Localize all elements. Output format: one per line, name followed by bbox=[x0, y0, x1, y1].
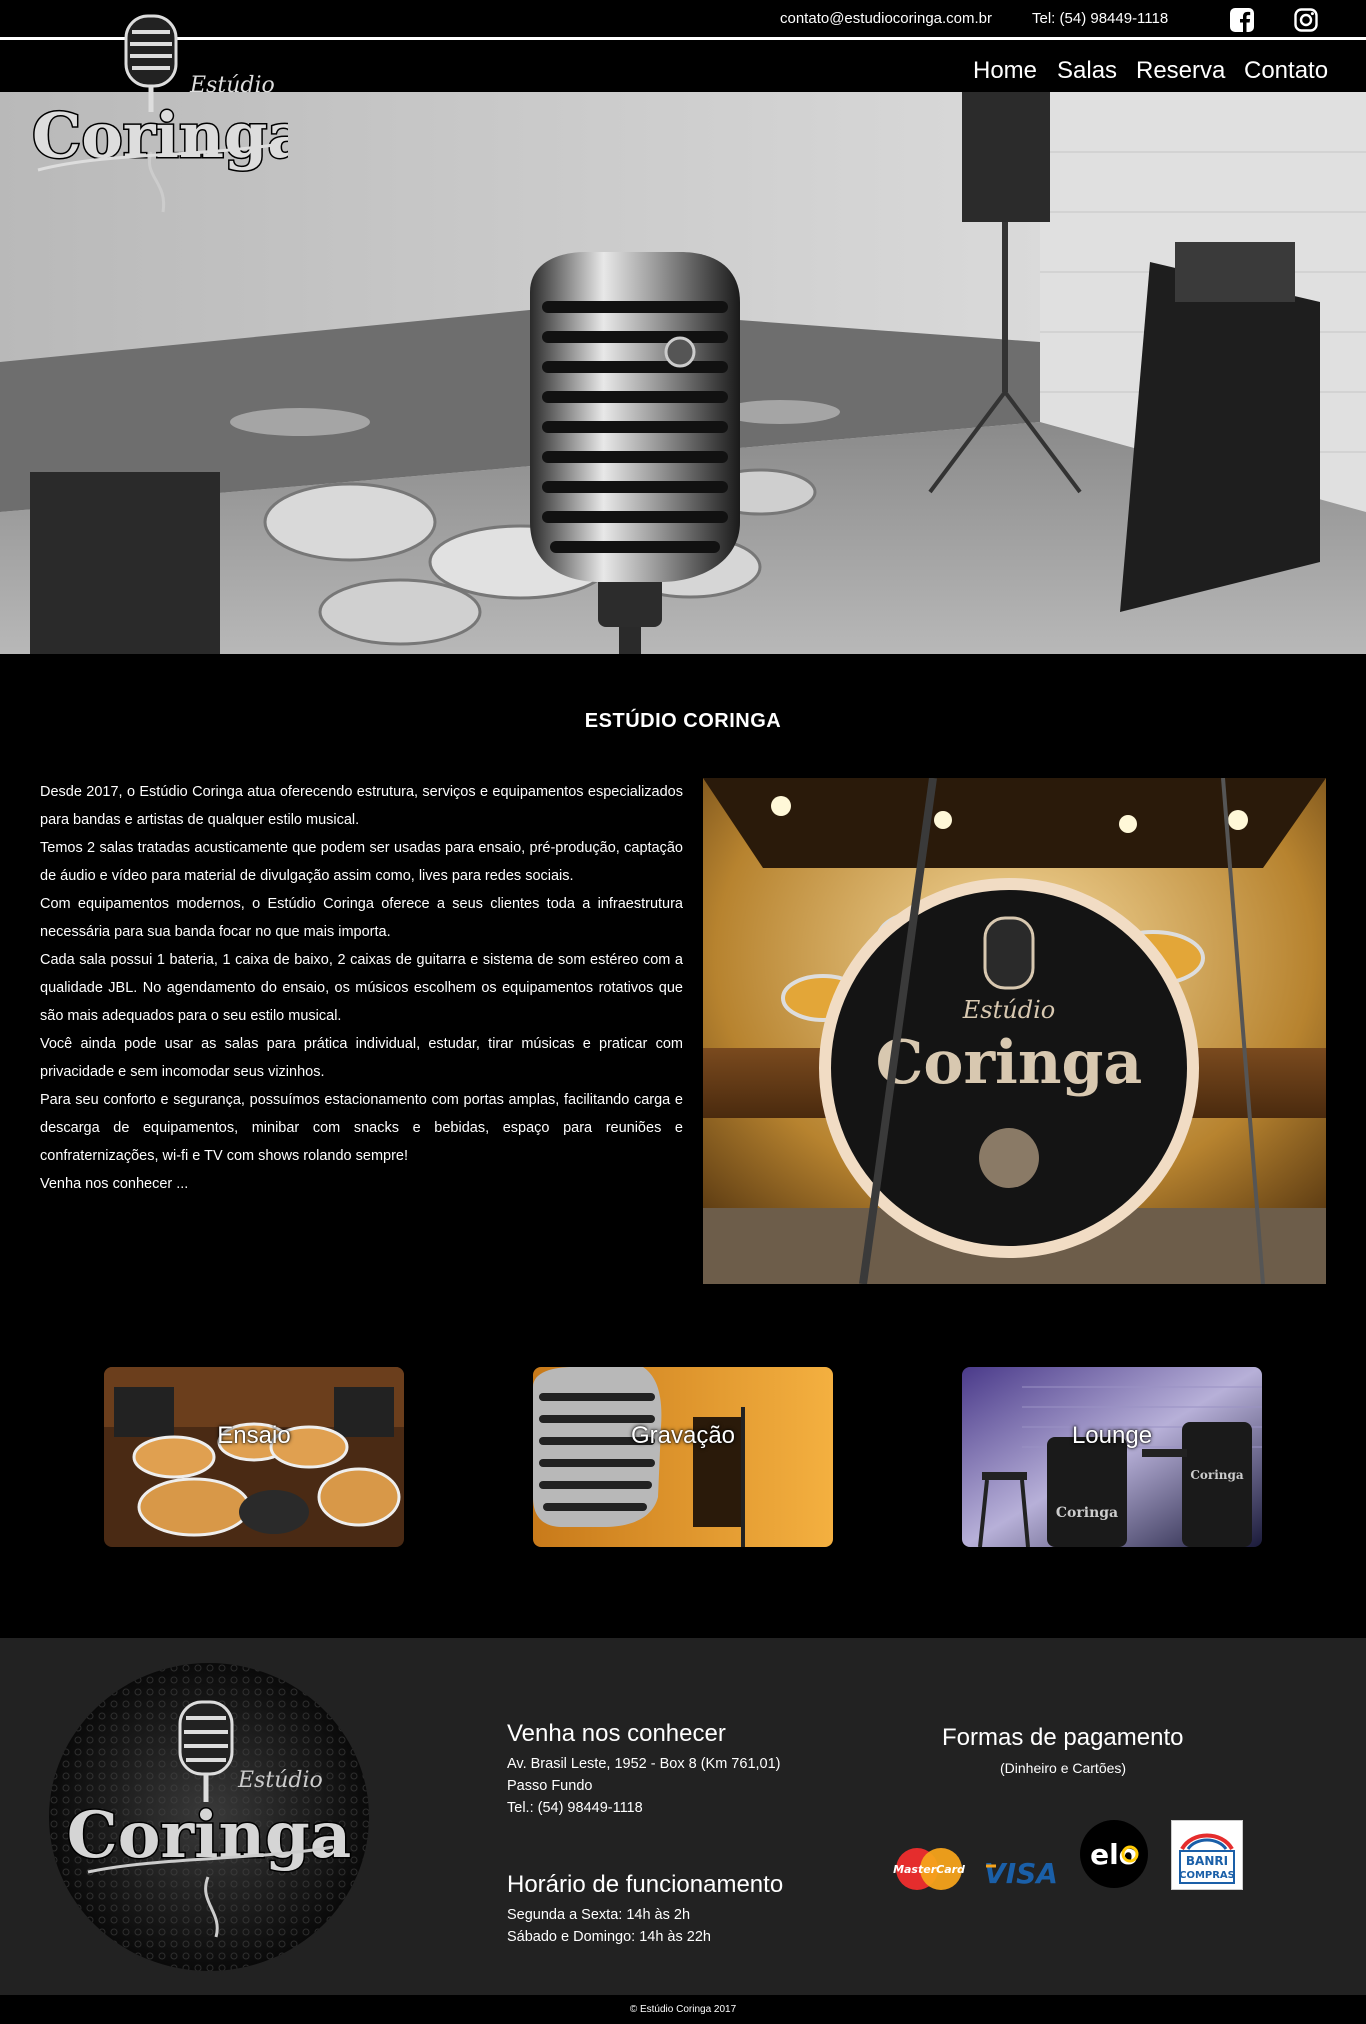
about-title: ESTÚDIO CORINGA bbox=[584, 710, 782, 732]
about-paragraph: Para seu conforto e segurança, possuímos… bbox=[40, 1092, 683, 1164]
svg-text:Coringa: Coringa bbox=[67, 1798, 351, 1873]
address-line: Av. Brasil Leste, 1952 - Box 8 (Km 761,0… bbox=[507, 1756, 781, 1772]
svg-text:COMPRAS: COMPRAS bbox=[1179, 1870, 1235, 1881]
about-paragraph: Com equipamentos modernos, o Estúdio Cor… bbox=[40, 896, 683, 940]
card-lounge-label: Lounge bbox=[1071, 1422, 1153, 1449]
nav-home[interactable]: Home bbox=[973, 57, 1037, 85]
svg-text:Estúdio: Estúdio bbox=[189, 73, 275, 98]
card-lounge-image: Coringa Coringa bbox=[962, 1367, 1262, 1547]
svg-text:Estúdio: Estúdio bbox=[962, 996, 1055, 1024]
card-ensaio[interactable]: Ensaio bbox=[104, 1367, 404, 1547]
visit-title: Venha nos conhecer bbox=[507, 1720, 726, 1747]
about-paragraph: Venha nos conhecer ... bbox=[40, 1176, 189, 1192]
card-gravacao[interactable]: Gravação bbox=[533, 1367, 833, 1547]
svg-text:Coringa: Coringa bbox=[32, 99, 288, 172]
payment-title: Formas de pagamento bbox=[942, 1724, 1184, 1751]
svg-text:BANRI: BANRI bbox=[1186, 1854, 1228, 1868]
svg-text:VISA: VISA bbox=[984, 1857, 1058, 1890]
visa-icon: VISA bbox=[984, 1856, 1058, 1890]
about-paragraph: Cada sala possui 1 bateria, 1 caixa de b… bbox=[40, 952, 683, 1024]
card-ensaio-image bbox=[104, 1367, 404, 1547]
elo-icon: elo bbox=[1078, 1818, 1150, 1890]
facebook-icon[interactable] bbox=[1229, 7, 1255, 33]
svg-text:Coringa: Coringa bbox=[876, 1028, 1143, 1098]
card-lounge[interactable]: Coringa Coringa Lounge bbox=[962, 1367, 1262, 1547]
svg-text:elo: elo bbox=[1090, 1838, 1138, 1871]
svg-text:Coringa: Coringa bbox=[1056, 1505, 1118, 1521]
nav-reserva[interactable]: Reserva bbox=[1136, 57, 1225, 85]
nav-salas[interactable]: Salas bbox=[1057, 57, 1117, 85]
payment-subtitle: (Dinheiro e Cartões) bbox=[1000, 1760, 1127, 1776]
svg-text:Coringa: Coringa bbox=[1190, 1468, 1244, 1482]
hours-title: Horário de funcionamento bbox=[507, 1871, 784, 1898]
footer-logo: Estúdio Coringa bbox=[48, 1662, 370, 1972]
mastercard-icon: MasterCard bbox=[893, 1846, 965, 1892]
banricompras-icon: BANRI COMPRAS bbox=[1171, 1820, 1243, 1890]
card-ensaio-label: Ensaio bbox=[217, 1422, 291, 1449]
hours-weekday: Segunda a Sexta: 14h às 2h bbox=[507, 1907, 691, 1923]
phone-text: Tel: (54) 98449-1118 bbox=[1032, 10, 1169, 27]
coringa-logo[interactable]: Estúdio Coringa bbox=[28, 12, 309, 222]
about-paragraph: Você ainda pode usar as salas para práti… bbox=[40, 1036, 683, 1080]
drum-kit-photo: Estúdio Coringa bbox=[703, 778, 1326, 1284]
address-phone: Tel.: (54) 98449-1118 bbox=[507, 1800, 643, 1816]
svg-text:Estúdio: Estúdio bbox=[237, 1768, 323, 1793]
about-paragraph: Desde 2017, o Estúdio Coringa atua ofere… bbox=[40, 784, 683, 828]
hours-weekend: Sábado e Domingo: 14h às 22h bbox=[507, 1929, 711, 1945]
svg-text:MasterCard: MasterCard bbox=[893, 1863, 965, 1876]
about-paragraph: Temos 2 salas tratadas acusticamente que… bbox=[40, 840, 683, 884]
card-gravacao-label: Gravação bbox=[630, 1422, 736, 1449]
nav-contato[interactable]: Contato bbox=[1244, 57, 1328, 85]
email-link[interactable]: contato@estudiocoringa.com.br bbox=[780, 10, 992, 27]
instagram-icon[interactable] bbox=[1293, 7, 1319, 33]
footer: Estúdio Coringa Venha nos conhecer Av. B… bbox=[0, 1638, 1366, 1995]
about-text: Desde 2017, o Estúdio Coringa atua ofere… bbox=[40, 778, 683, 1198]
address-city: Passo Fundo bbox=[507, 1778, 593, 1794]
card-gravacao-image bbox=[533, 1367, 833, 1547]
copyright: © Estúdio Coringa 2017 bbox=[0, 1995, 1366, 2024]
